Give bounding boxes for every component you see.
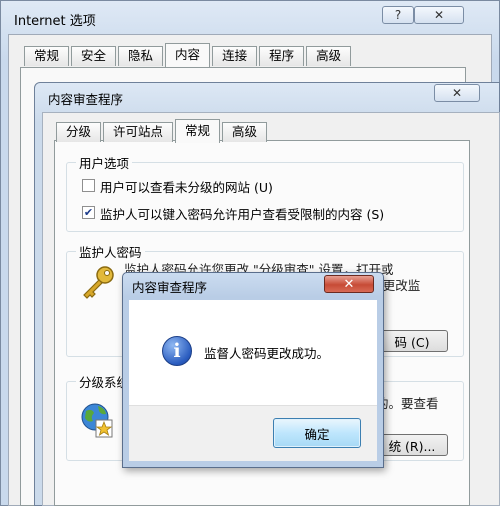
help-button[interactable]: ? xyxy=(382,6,414,24)
message-box-title: 内容审查程序 xyxy=(132,280,208,295)
close-button[interactable]: ✕ xyxy=(414,6,464,24)
ok-button[interactable]: 确定 xyxy=(273,418,361,448)
tab-security[interactable]: 安全 xyxy=(71,46,117,66)
rating-systems-description: 的。要查看 xyxy=(376,396,439,411)
globe-certificate-icon xyxy=(81,403,113,438)
info-icon: i xyxy=(162,336,192,366)
unrated-sites-label: 用户可以查看未分级的网站 (U) xyxy=(100,180,273,195)
change-password-button[interactable]: 码 (C) xyxy=(376,330,448,352)
user-options-label: 用户选项 xyxy=(76,153,133,172)
supervisor-override-label: 监护人可以键入密码允许用户查看受限制的内容 (S) xyxy=(100,207,385,222)
tab-approved-sites[interactable]: 许可站点 xyxy=(103,122,174,142)
tab-ca-advanced[interactable]: 高级 xyxy=(222,122,268,142)
supervisor-override-checkbox[interactable]: ✔ xyxy=(82,206,95,219)
tab-privacy[interactable]: 隐私 xyxy=(118,46,164,66)
tab-connections[interactable]: 连接 xyxy=(212,46,258,66)
message-text: 监督人密码更改成功。 xyxy=(204,346,330,361)
supervisor-password-label: 监护人密码 xyxy=(76,242,145,261)
tab-content[interactable]: 内容 xyxy=(165,43,211,67)
tab-advanced[interactable]: 高级 xyxy=(306,46,352,66)
tab-general[interactable]: 常规 xyxy=(24,46,70,66)
tab-programs[interactable]: 程序 xyxy=(259,46,305,66)
tab-ratings[interactable]: 分级 xyxy=(56,122,102,142)
tab-ca-general[interactable]: 常规 xyxy=(175,119,221,143)
message-box-close-button[interactable]: ✕ xyxy=(324,275,374,293)
window-title: Internet 选项 xyxy=(14,14,96,29)
content-advisor-title: 内容审查程序 xyxy=(48,92,124,107)
content-advisor-close-button[interactable]: ✕ xyxy=(434,84,480,102)
tab-strip: 常规 安全 隐私 内容 连接 程序 高级 xyxy=(24,43,353,68)
unrated-sites-checkbox[interactable] xyxy=(82,179,95,192)
key-icon xyxy=(83,266,114,299)
content-advisor-tabs: 分级 许可站点 常规 高级 xyxy=(56,119,269,143)
rating-systems-button[interactable]: 统 (R)... xyxy=(376,434,448,456)
